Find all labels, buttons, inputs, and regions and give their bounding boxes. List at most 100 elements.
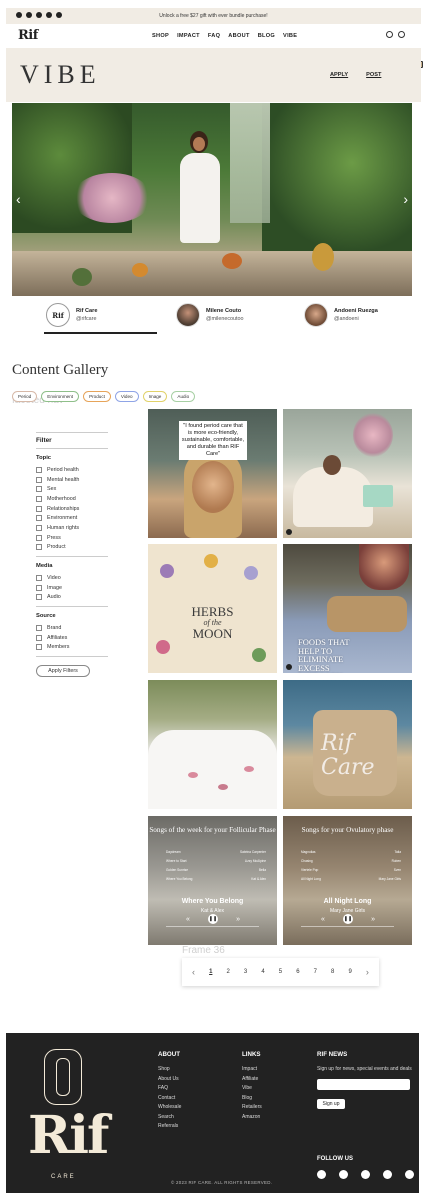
pause-icon[interactable]: ❚❚ <box>208 914 218 924</box>
forward-icon[interactable]: » <box>236 916 240 923</box>
next-page-icon[interactable]: › <box>366 967 369 977</box>
checkbox[interactable] <box>36 515 42 522</box>
filter-audio[interactable]: Audio <box>36 593 108 603</box>
footer-link-retailers[interactable]: Retailers <box>242 1104 262 1114</box>
filter-environment[interactable]: Environment <box>36 513 108 523</box>
footer-logo[interactable]: Rif <box>28 1105 109 1166</box>
signup-button[interactable]: Sign up <box>317 1099 345 1109</box>
filter-mental-health[interactable]: Mental health <box>36 475 108 485</box>
forward-icon[interactable]: » <box>371 916 375 923</box>
gallery-tile-quote-video[interactable]: "I found period care that is more eco-fr… <box>148 409 277 538</box>
tiktok-icon[interactable] <box>36 12 42 18</box>
filter-press[interactable]: Press <box>36 533 108 543</box>
pinterest-icon[interactable] <box>405 1170 414 1179</box>
footer-link-contact[interactable]: Contact <box>158 1095 181 1105</box>
page-4[interactable]: 4 <box>261 969 264 975</box>
filter-sex[interactable]: Sex <box>36 484 108 494</box>
nav-vibe[interactable]: VIBE <box>283 33 297 39</box>
carousel-prev-icon[interactable]: ‹ <box>16 191 21 207</box>
rewind-icon[interactable]: « <box>321 916 325 923</box>
filter-motherhood[interactable]: Motherhood <box>36 494 108 504</box>
tiktok-icon[interactable] <box>361 1170 370 1179</box>
nav-faq[interactable]: FAQ <box>208 33 220 39</box>
gallery-tile-bathtub[interactable] <box>148 680 277 809</box>
prev-page-icon[interactable]: ‹ <box>192 967 195 977</box>
filter-human-rights[interactable]: Human rights <box>36 523 108 533</box>
footer-link-amazon[interactable]: Amazon <box>242 1114 262 1124</box>
checkbox[interactable] <box>36 594 42 601</box>
hero-carousel[interactable]: ‹ › <box>12 103 412 296</box>
checkbox[interactable] <box>36 466 42 473</box>
footer-link-impact[interactable]: Impact <box>242 1066 262 1076</box>
creator-tab-milene-couto[interactable]: Milene Couto @milenecoutoo <box>176 300 244 330</box>
nav-impact[interactable]: IMPACT <box>177 33 200 39</box>
pause-icon[interactable]: ❚❚ <box>343 914 353 924</box>
checkbox[interactable] <box>36 625 42 632</box>
newsletter-email-field[interactable] <box>317 1079 410 1090</box>
page-8[interactable]: 8 <box>331 969 334 975</box>
chip-video[interactable]: Video <box>114 391 139 402</box>
gallery-tile-rif-bag[interactable]: Rif Care <box>283 680 412 809</box>
chip-product[interactable]: Product <box>83 391 111 402</box>
facebook-icon[interactable] <box>16 12 22 18</box>
creator-tab-andoeni-ruezga[interactable]: Andoeni Ruezga @andoeni <box>304 300 378 330</box>
filter-affiliates[interactable]: Affiliates <box>36 633 108 643</box>
checkbox[interactable] <box>36 634 42 641</box>
footer-link-faq[interactable]: FAQ <box>158 1085 181 1095</box>
footer-link-vibe[interactable]: Vibe <box>242 1085 262 1095</box>
checkbox[interactable] <box>36 486 42 493</box>
apply-link[interactable]: APPLY <box>330 72 348 78</box>
checkbox[interactable] <box>36 524 42 531</box>
apply-filters-button[interactable]: Apply Filters <box>36 665 90 678</box>
page-9[interactable]: 9 <box>348 969 351 975</box>
filter-video[interactable]: Video <box>36 573 108 583</box>
checkbox[interactable] <box>36 575 42 582</box>
nav-about[interactable]: ABOUT <box>228 33 249 39</box>
facebook-icon[interactable] <box>317 1170 326 1179</box>
gallery-tile-songs-ovulatory[interactable]: Songs for your Ovulatory phase Magnolias… <box>283 816 412 945</box>
footer-link-referrals[interactable]: Referrals <box>158 1123 181 1133</box>
checkbox[interactable] <box>36 476 42 483</box>
filter-image[interactable]: Image <box>36 583 108 593</box>
chip-period[interactable]: Period <box>12 391 38 402</box>
gallery-tile-foods-estrogen[interactable]: FOODS THAT HELP TO ELIMINATE EXCESS ESTR… <box>283 544 412 673</box>
site-logo[interactable]: Rif <box>18 28 38 43</box>
page-3[interactable]: 3 <box>244 969 247 975</box>
creator-tab-rif-care[interactable]: Rif Rif Care @rifcare <box>46 300 97 330</box>
footer-link-blog[interactable]: Blog <box>242 1095 262 1105</box>
checkbox[interactable] <box>36 584 42 591</box>
rewind-icon[interactable]: « <box>186 916 190 923</box>
checkbox[interactable] <box>36 495 42 502</box>
pinterest-icon[interactable] <box>56 12 62 18</box>
filter-members[interactable]: Members <box>36 643 108 653</box>
chip-environment[interactable]: Environment <box>41 391 80 402</box>
filter-product[interactable]: Product <box>36 543 108 553</box>
page-5[interactable]: 5 <box>279 969 282 975</box>
checkbox[interactable] <box>36 534 42 541</box>
nav-blog[interactable]: BLOG <box>258 33 275 39</box>
youtube-icon[interactable] <box>46 12 52 18</box>
footer-link-shop[interactable]: Shop <box>158 1066 181 1076</box>
chip-image[interactable]: Image <box>142 391 168 402</box>
post-link[interactable]: POST <box>366 72 381 78</box>
footer-link-affiliate[interactable]: Affiliate <box>242 1076 262 1086</box>
checkbox[interactable] <box>36 544 42 551</box>
filter-period-health[interactable]: Period health <box>36 465 108 475</box>
nav-shop[interactable]: SHOP <box>152 33 169 39</box>
instagram-icon[interactable] <box>26 12 32 18</box>
page-2[interactable]: 2 <box>227 969 230 975</box>
gallery-tile-songs-follicular[interactable]: Songs of the week for your Follicular Ph… <box>148 816 277 945</box>
instagram-icon[interactable] <box>339 1170 348 1179</box>
checkbox[interactable] <box>36 644 42 651</box>
checkbox[interactable] <box>36 505 42 512</box>
filter-relationships[interactable]: Relationships <box>36 504 108 514</box>
chip-audio[interactable]: Audio <box>171 391 196 402</box>
page-6[interactable]: 6 <box>296 969 299 975</box>
account-icon[interactable] <box>386 31 393 38</box>
filter-brand[interactable]: Brand <box>36 623 108 633</box>
footer-link-wholesale[interactable]: Wholesale <box>158 1104 181 1114</box>
gallery-tile-lounge-image[interactable] <box>283 409 412 538</box>
gallery-tile-herbs-of-the-moon[interactable]: HERBS of the MOON <box>148 544 277 673</box>
carousel-next-icon[interactable]: › <box>403 191 408 207</box>
footer-link-search[interactable]: Search <box>158 1114 181 1124</box>
